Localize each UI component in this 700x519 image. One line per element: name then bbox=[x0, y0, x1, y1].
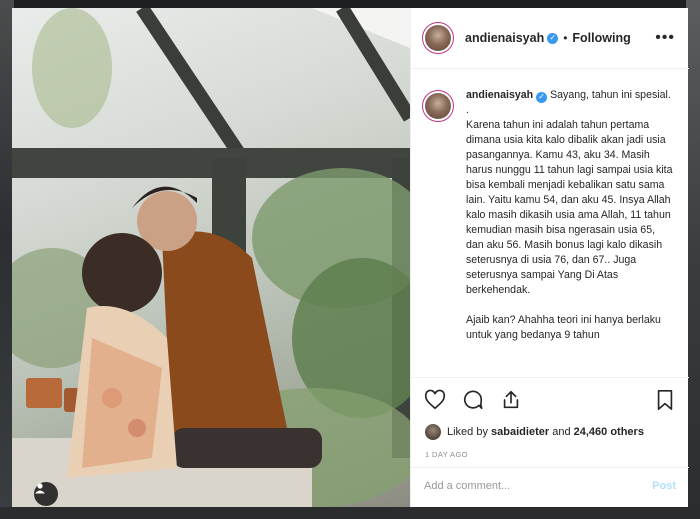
action-icons bbox=[423, 388, 537, 412]
post-actions: Liked by sabaidieter and 24,460 others 1… bbox=[411, 377, 689, 502]
avatar[interactable] bbox=[422, 22, 454, 54]
post-header: andienaisyah ✓ • Following ••• bbox=[411, 8, 689, 69]
verified-badge-icon: ✓ bbox=[547, 32, 559, 44]
caption-line-5: Ajaib kan? Ahahha teori ini hanya berlak… bbox=[466, 314, 661, 341]
comment-input[interactable] bbox=[424, 479, 653, 492]
caption-avatar[interactable] bbox=[422, 90, 454, 122]
bookmark-icon[interactable] bbox=[653, 388, 677, 412]
photo-illustration bbox=[12, 8, 410, 507]
caption-username[interactable]: andienaisyah bbox=[466, 89, 533, 101]
likes-and: and bbox=[552, 426, 571, 438]
post-photo[interactable] bbox=[12, 8, 410, 507]
backdrop-bottom bbox=[0, 507, 700, 519]
caption-line-1: Sayang, tahun ini spesial. bbox=[550, 89, 671, 101]
post-comment-button[interactable]: Post bbox=[652, 480, 676, 492]
likes-count[interactable]: 24,460 others bbox=[574, 426, 644, 438]
following-button[interactable]: Following bbox=[572, 31, 630, 45]
liker-avatar[interactable] bbox=[425, 424, 441, 440]
comment-icon[interactable] bbox=[461, 388, 485, 412]
separator-dot: • bbox=[563, 31, 568, 45]
caption-verified-badge-icon: ✓ bbox=[536, 91, 548, 103]
caption-text: andienaisyah ✓ Sayang, tahun ini spesial.… bbox=[466, 88, 673, 343]
comment-box: Post bbox=[411, 467, 689, 503]
post-sidebar: andienaisyah ✓ • Following ••• andienais… bbox=[410, 8, 689, 507]
heart-icon[interactable] bbox=[423, 388, 447, 412]
post-timestamp[interactable]: 1 DAY AGO bbox=[425, 450, 468, 459]
liker-username[interactable]: sabaidieter bbox=[491, 426, 549, 438]
header-username[interactable]: andienaisyah bbox=[465, 31, 544, 45]
more-options-icon[interactable]: ••• bbox=[655, 30, 675, 46]
user-tag-icon[interactable] bbox=[34, 482, 58, 506]
caption-line-3: Karena tahun ini adalah tahun pertama di… bbox=[466, 119, 673, 296]
caption-line-2: . bbox=[466, 104, 469, 116]
share-icon[interactable] bbox=[499, 388, 523, 412]
likes-prefix: Liked by bbox=[447, 426, 488, 438]
caption-area: andienaisyah ✓ Sayang, tahun ini spesial.… bbox=[411, 80, 689, 377]
likes-summary: Liked by sabaidieter and 24,460 others bbox=[425, 424, 644, 440]
